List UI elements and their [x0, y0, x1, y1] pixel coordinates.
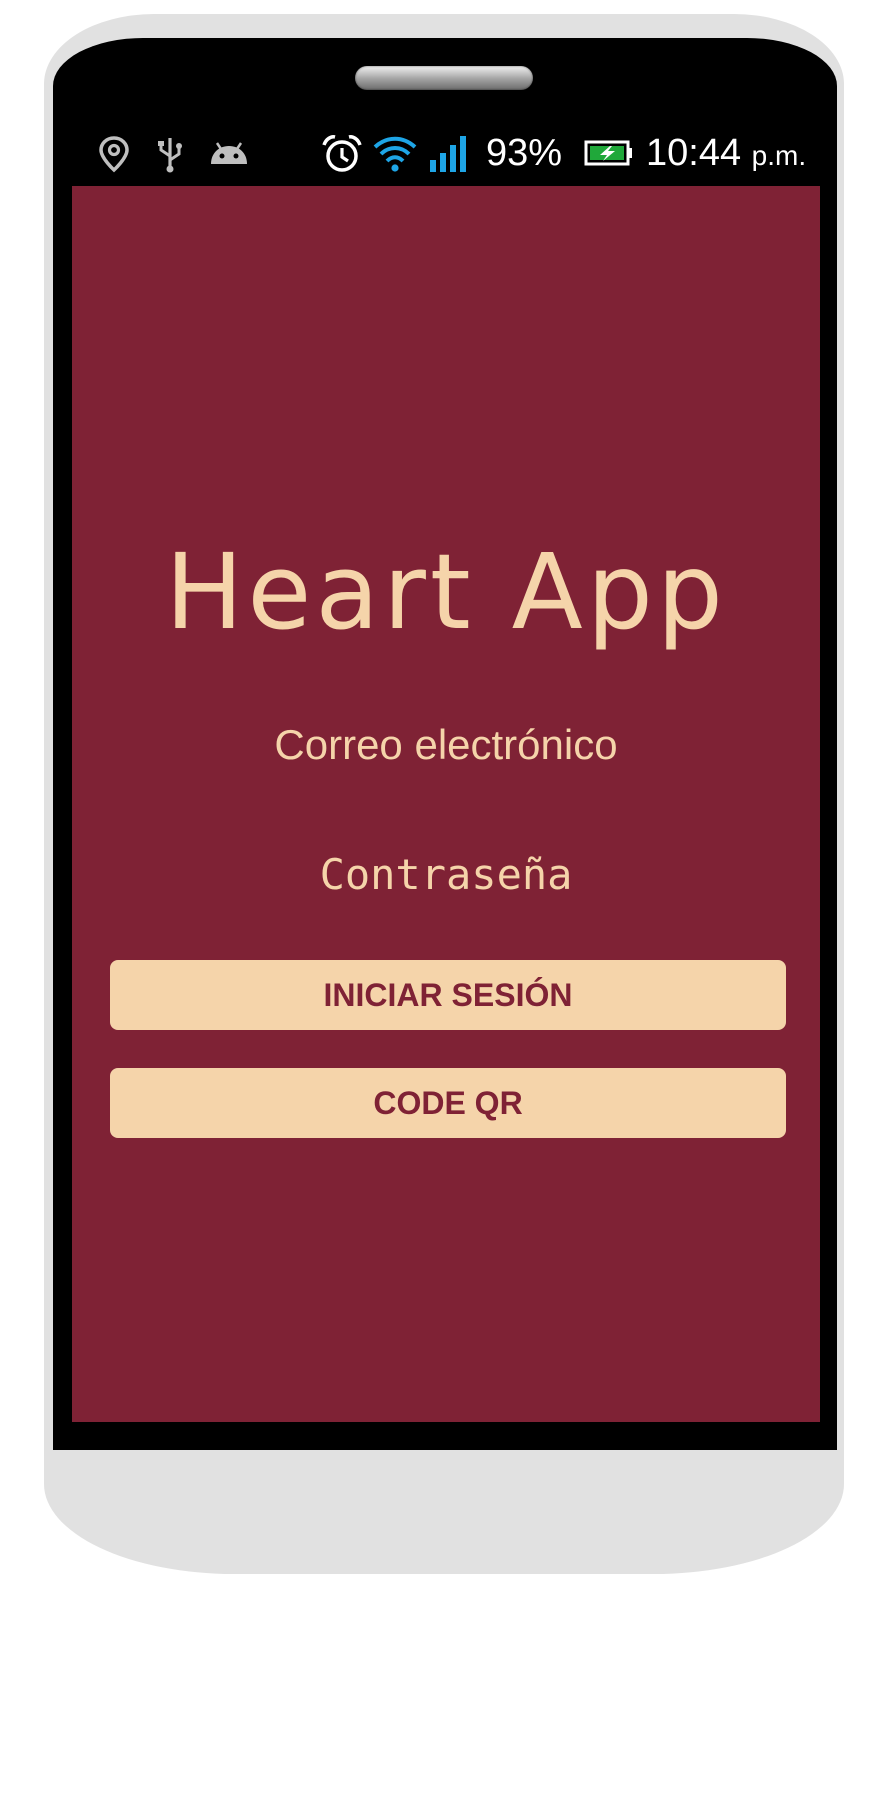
clock-ampm: p.m.	[751, 140, 807, 171]
android-icon	[211, 142, 247, 164]
signal-icon	[430, 136, 466, 172]
status-bar: 93% 10:44 p.m.	[72, 120, 820, 186]
app-title: Heart App	[165, 531, 727, 653]
location-icon	[99, 136, 129, 173]
qr-code-button[interactable]: CODE QR	[110, 1068, 786, 1138]
login-button[interactable]: INICIAR SESIÓN	[110, 960, 786, 1030]
wifi-icon	[373, 136, 417, 172]
clock: 10:44 p.m.	[646, 130, 806, 179]
alarm-icon	[322, 135, 362, 172]
email-field[interactable]	[110, 710, 782, 780]
password-field[interactable]	[110, 840, 782, 910]
clock-time: 10:44	[646, 132, 742, 174]
battery-percent: 93%	[486, 132, 563, 174]
usb-icon	[158, 138, 182, 173]
login-screen: Heart App INICIAR SESIÓN CODE QR	[72, 186, 820, 1422]
phone-speaker	[355, 66, 533, 90]
battery-charging-icon	[584, 140, 632, 166]
